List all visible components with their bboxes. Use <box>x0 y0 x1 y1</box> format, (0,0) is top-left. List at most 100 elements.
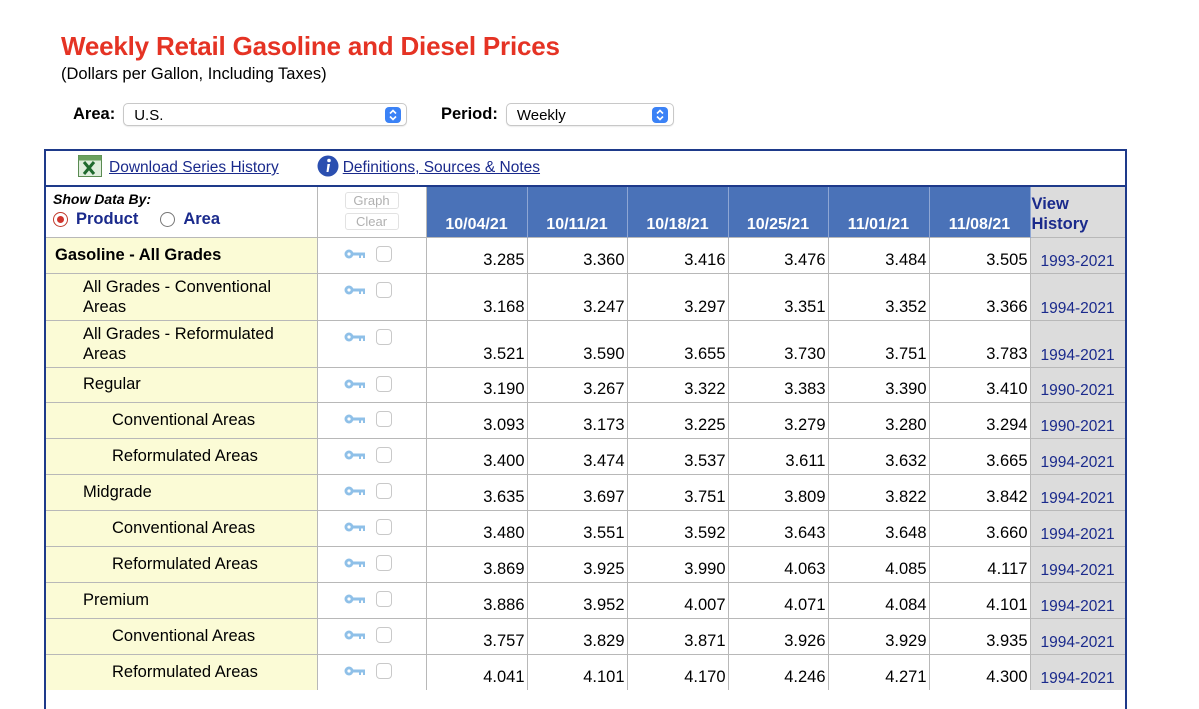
view-history-link[interactable]: 1994-2021 <box>1041 347 1115 364</box>
price-cell: 3.783 <box>929 319 1031 367</box>
key-icon[interactable] <box>344 557 366 569</box>
key-icon[interactable] <box>344 449 366 461</box>
key-icon[interactable] <box>344 331 366 343</box>
download-series-link[interactable]: Download Series History <box>109 159 279 177</box>
graph-checkbox[interactable] <box>375 482 392 499</box>
product-radio[interactable] <box>53 212 68 227</box>
key-icon[interactable] <box>344 413 366 425</box>
view-history-link[interactable]: 1990-2021 <box>1041 418 1115 435</box>
price-cell: 3.505 <box>929 236 1031 273</box>
graph-checkbox[interactable] <box>375 410 392 427</box>
show-data-by-title: Show Data By: <box>53 191 152 207</box>
graph-checkbox[interactable] <box>375 328 392 345</box>
view-history-link[interactable]: 1990-2021 <box>1041 382 1115 399</box>
key-icon[interactable] <box>344 521 366 533</box>
table-header-row: Show Data By: Product Area Graph Clear 1… <box>46 187 1125 237</box>
price-cell: 3.842 <box>929 473 1031 510</box>
price-cell: 3.660 <box>929 509 1031 546</box>
excel-icon[interactable] <box>78 154 102 182</box>
price-cell: 3.168 <box>426 272 528 320</box>
table-row: Midgrade 3.635 3.697 3.751 3.809 3.822 3.842 19… <box>46 473 1125 510</box>
row-label: Reformulated Areas <box>46 653 318 690</box>
area-radio[interactable] <box>160 212 176 227</box>
price-cell: 3.551 <box>527 509 628 546</box>
history-cell: 1994-2021 <box>1030 545 1125 582</box>
price-cell: 3.416 <box>627 236 729 273</box>
row-label: Conventional Areas <box>46 617 318 654</box>
row-label-text: Conventional Areas <box>112 410 256 429</box>
history-cell: 1993-2021 <box>1030 236 1125 273</box>
view-history-link[interactable]: 1994-2021 <box>1041 300 1115 317</box>
show-data-by: Show Data By: Product Area <box>46 187 318 237</box>
price-cell: 4.041 <box>426 653 528 690</box>
data-panel: Download Series History Definitions, Sou… <box>44 149 1127 709</box>
row-label: Reformulated Areas <box>46 437 318 474</box>
price-cell: 3.592 <box>627 509 729 546</box>
row-label-text: Conventional Areas <box>112 518 256 537</box>
key-icon[interactable] <box>344 665 366 677</box>
view-history-link[interactable]: 1994-2021 <box>1041 490 1115 507</box>
view-history-link[interactable]: 1994-2021 <box>1041 598 1115 615</box>
graph-button[interactable]: Graph <box>344 192 399 209</box>
price-cell: 3.929 <box>828 617 930 654</box>
product-radio-label[interactable]: Product <box>76 210 138 229</box>
view-history-link[interactable]: 1993-2021 <box>1041 253 1115 270</box>
key-icon[interactable] <box>344 593 366 605</box>
price-cell: 3.480 <box>426 509 528 546</box>
price-cell: 3.297 <box>627 272 729 320</box>
row-label: All Grades - Conventional Areas <box>46 272 318 320</box>
graph-checkbox[interactable] <box>375 626 392 643</box>
history-cell: 1994-2021 <box>1030 272 1125 320</box>
price-cell: 3.871 <box>627 617 729 654</box>
graph-checkbox[interactable] <box>375 245 392 262</box>
key-icon[interactable] <box>344 485 366 497</box>
price-cell: 3.247 <box>527 272 628 320</box>
price-cell: 3.697 <box>527 473 628 510</box>
price-cell: 4.101 <box>929 581 1031 618</box>
price-cell: 4.170 <box>627 653 729 690</box>
row-label-text: Reformulated Areas <box>112 554 258 573</box>
price-cell: 3.611 <box>728 437 829 474</box>
history-cell: 1994-2021 <box>1030 581 1125 618</box>
clear-button[interactable]: Clear <box>344 213 399 230</box>
price-cell: 4.063 <box>728 545 829 582</box>
graph-checkbox[interactable] <box>375 662 392 679</box>
price-cell: 3.351 <box>728 272 829 320</box>
price-cell: 3.665 <box>929 437 1031 474</box>
price-cell: 3.537 <box>627 437 729 474</box>
key-icon[interactable] <box>344 378 366 390</box>
period-select[interactable]: Weekly <box>505 103 674 126</box>
definitions-link[interactable]: Definitions, Sources & Notes <box>343 159 540 177</box>
key-icon[interactable] <box>344 629 366 641</box>
view-history-link[interactable]: 1994-2021 <box>1041 526 1115 543</box>
price-cell: 3.635 <box>426 473 528 510</box>
view-history-link[interactable]: 1994-2021 <box>1041 670 1115 687</box>
view-history-link[interactable]: 1994-2021 <box>1041 454 1115 471</box>
history-cell: 1990-2021 <box>1030 401 1125 438</box>
row-tools <box>317 319 427 367</box>
select-arrows-icon <box>385 107 402 123</box>
row-label-text: Reformulated Areas <box>112 446 258 465</box>
graph-checkbox[interactable] <box>375 590 392 607</box>
graph-checkbox[interactable] <box>375 554 392 571</box>
price-cell: 3.225 <box>627 401 729 438</box>
view-history-link[interactable]: 1994-2021 <box>1041 634 1115 651</box>
price-cell: 4.071 <box>728 581 829 618</box>
graph-checkbox[interactable] <box>375 281 392 298</box>
area-radio-label[interactable]: Area <box>183 210 220 229</box>
area-select[interactable]: U.S. <box>123 103 408 126</box>
key-icon[interactable] <box>344 248 366 260</box>
price-cell: 3.926 <box>728 617 829 654</box>
table-row: All Grades - Conventional Areas 3.168 3.24… <box>46 272 1125 320</box>
key-icon[interactable] <box>344 284 366 296</box>
price-cell: 3.190 <box>426 366 528 402</box>
graph-checkbox[interactable] <box>375 446 392 463</box>
graph-checkbox[interactable] <box>375 518 392 535</box>
view-history-link[interactable]: 1994-2021 <box>1041 562 1115 579</box>
price-cell: 3.484 <box>828 236 930 273</box>
price-cell: 3.400 <box>426 437 528 474</box>
info-icon[interactable] <box>317 155 339 182</box>
graph-checkbox[interactable] <box>375 375 392 392</box>
price-cell: 3.173 <box>527 401 628 438</box>
price-cell: 4.117 <box>929 545 1031 582</box>
